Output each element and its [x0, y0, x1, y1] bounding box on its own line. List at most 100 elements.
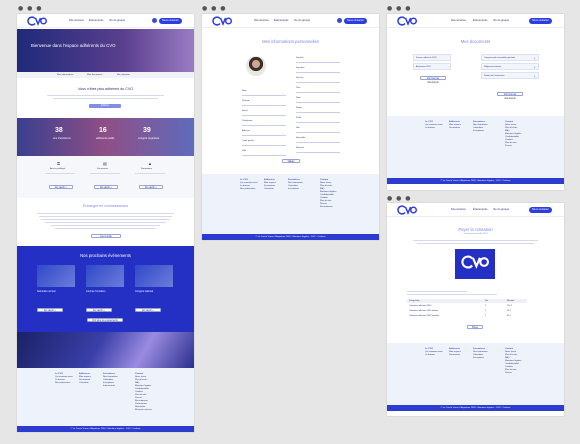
download-icon[interactable]: ⤓	[534, 74, 535, 78]
nav-item-group[interactable]: Vie du groupe	[294, 19, 310, 22]
field-input[interactable]	[242, 104, 286, 106]
field-input[interactable]	[296, 71, 340, 73]
event-button[interactable]: En savoir +	[37, 308, 63, 312]
footer-link[interactable]: Réseaux sociaux	[135, 409, 152, 412]
document-row[interactable]: Règlement intérieur ⤓	[481, 63, 539, 70]
cvo-logo[interactable]	[27, 16, 47, 26]
cvo-logo[interactable]	[397, 16, 417, 26]
exchange-text-line	[45, 222, 166, 223]
nav-item-group[interactable]: Vie du groupe	[109, 19, 125, 22]
footer-link[interactable]: Le bureau	[425, 127, 443, 130]
footer-link[interactable]: Inscriptions	[288, 188, 303, 191]
field-label: Adresse	[242, 130, 251, 132]
pay-button[interactable]: Payer	[467, 325, 483, 329]
event-card[interactable]: Séminaire annuel En savoir +	[37, 265, 75, 312]
document-row[interactable]: Facture adhésion 2023	[413, 54, 451, 61]
footer-column: Adhérents Mon espace Documents	[449, 348, 461, 357]
document-row[interactable]: Compte rendu assemblée générale ⤓	[481, 54, 539, 61]
save-button[interactable]: Valider	[282, 159, 300, 163]
avatar[interactable]	[246, 56, 266, 76]
cvo-brand-card	[455, 249, 495, 279]
footer-link[interactable]: Cotisation	[79, 382, 91, 385]
download-icon[interactable]: ⤓	[534, 65, 535, 69]
event-name: Journée formation	[86, 290, 106, 293]
site-footer: Le CVO Qui sommes-nous Le bureau Nos par…	[17, 368, 194, 426]
table-row[interactable]: Cotisation adhérent 2024 étudiant 1 30 €	[407, 314, 527, 319]
field-input[interactable]	[242, 154, 286, 156]
all-events-button[interactable]: Voir tous les événements	[87, 318, 123, 322]
footer-link[interactable]: Nos partenaires	[55, 382, 73, 385]
field-input[interactable]	[296, 131, 340, 133]
event-button[interactable]: En savoir +	[86, 308, 112, 312]
field-input[interactable]	[242, 124, 286, 126]
field-input[interactable]	[296, 91, 340, 93]
footer-link[interactable]: Presse	[505, 145, 521, 148]
event-button[interactable]: En savoir +	[135, 308, 161, 312]
field-input[interactable]	[242, 144, 286, 146]
nav-item-group[interactable]: Vie du groupe	[493, 208, 509, 211]
window-controls: ● ● ●	[202, 5, 227, 12]
subnav-documents[interactable]: Mes documents	[87, 74, 102, 76]
cvo-logo[interactable]	[212, 16, 232, 26]
footer-link[interactable]: Cotisation	[264, 188, 276, 191]
footer-link[interactable]: Nos partenaires	[240, 188, 258, 191]
account-icon[interactable]	[337, 18, 342, 23]
footer-link[interactable]: Le bureau	[425, 354, 443, 357]
nav-item-events[interactable]: Événements	[473, 19, 487, 22]
account-icon[interactable]	[152, 18, 157, 23]
field-input[interactable]	[296, 141, 340, 143]
nav-item-group[interactable]: Vie du groupe	[493, 19, 509, 22]
nav-item-events[interactable]: Événements	[473, 208, 487, 211]
field-input[interactable]	[242, 114, 286, 116]
event-card[interactable]: Congrès national En savoir +	[135, 265, 173, 312]
field-input[interactable]	[296, 81, 340, 83]
shield-icon: ⚿	[57, 161, 61, 166]
nav-item-services[interactable]: Nos services	[69, 19, 84, 22]
footer-link[interactable]: Documents	[449, 354, 461, 357]
field-input[interactable]	[296, 61, 340, 63]
copyright-bar: © Le Cercle Vision Obligations 2024 - Me…	[387, 405, 564, 411]
feature-button[interactable]: En savoir +	[94, 185, 118, 189]
footer-link[interactable]: Intervenants	[103, 385, 118, 388]
field-input[interactable]	[242, 94, 286, 96]
feature-text-line	[45, 173, 75, 174]
document-row[interactable]: Statuts de l'association ⤓	[481, 72, 539, 79]
event-card[interactable]: Journée formation En savoir +	[86, 265, 124, 312]
view-documents-button[interactable]: Voir tous les documents	[420, 76, 446, 84]
nav-item-events[interactable]: Événements	[274, 19, 288, 22]
subnav-cotisation[interactable]: Ma cotisation	[117, 74, 130, 76]
subnav-informations[interactable]: Mes informations	[57, 74, 74, 76]
field-input[interactable]	[296, 121, 340, 123]
footer-column: Formations Nos formations Calendrier Ins…	[473, 348, 488, 360]
stat-value: 39	[143, 127, 151, 134]
footer-link[interactable]: Recrutement	[320, 206, 336, 209]
decorative-photo	[17, 332, 194, 368]
documents-page-frame: Nos services Événements Vie du groupe No…	[387, 14, 564, 190]
footer-link[interactable]: Inscriptions	[473, 357, 488, 360]
feature-button[interactable]: En savoir +	[49, 185, 73, 189]
field-input[interactable]	[296, 111, 340, 113]
site-footer: Le CVO Qui sommes-nous Le bureau Adhéren…	[387, 116, 564, 178]
download-icon[interactable]: ⤓	[534, 56, 535, 60]
cvo-logo[interactable]	[397, 205, 417, 215]
footer-link[interactable]: Documents	[449, 127, 461, 130]
contact-button[interactable]: Nous contacter	[529, 17, 552, 24]
view-documents-button[interactable]: Voir tous les documents	[497, 92, 523, 100]
document-row[interactable]: Attestation 2023	[413, 63, 451, 70]
field-input[interactable]	[242, 134, 286, 136]
exchange-button[interactable]: Lire la suite	[91, 234, 121, 238]
contact-button[interactable]: Nous contacter	[159, 17, 182, 24]
footer-column: Adhérents Mon espace Documents Cotisatio…	[79, 373, 91, 385]
footer-link[interactable]: Inscriptions	[473, 130, 488, 133]
field-input[interactable]	[296, 151, 340, 153]
nav-item-events[interactable]: Événements	[89, 19, 103, 22]
nav-item-services[interactable]: Nos services	[451, 19, 466, 22]
contact-button[interactable]: Nous contacter	[344, 17, 367, 24]
nav-item-services[interactable]: Nos services	[451, 208, 466, 211]
footer-link[interactable]: Presse	[505, 372, 521, 375]
contact-button[interactable]: Nous contacter	[529, 206, 552, 213]
nav-item-services[interactable]: Nos services	[254, 19, 269, 22]
feature-button[interactable]: En savoir +	[139, 185, 163, 189]
field-input[interactable]	[296, 101, 340, 103]
intro-button[interactable]: Adhérer	[89, 104, 121, 108]
